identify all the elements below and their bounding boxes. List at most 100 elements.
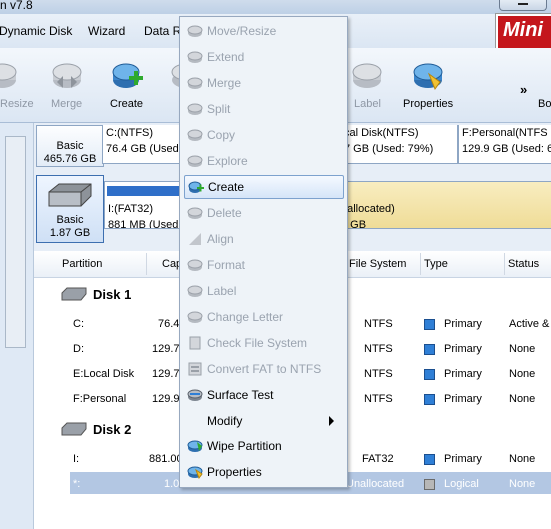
convert-fat-icon	[188, 362, 202, 376]
disk1-partition-f[interactable]: F:Personal(NTFS 129.9 GB (Used: 6	[458, 125, 551, 164]
title-bar: n v7.8	[0, 0, 551, 14]
menu-item-label: Check File System	[207, 336, 308, 350]
menu-item-surface-test[interactable]: Surface Test	[184, 384, 342, 406]
row2-fs: NTFS	[364, 343, 393, 355]
merge-icon	[187, 77, 203, 89]
row2-type: Primary	[444, 343, 482, 355]
row4-partition: F:Personal	[73, 393, 127, 405]
menu-item-delete[interactable]: Delete	[184, 202, 342, 224]
row6-fs: Unallocated	[346, 478, 405, 490]
minimize-icon	[518, 3, 528, 5]
toolbar-cut-label[interactable]: Bo	[538, 98, 551, 110]
toolbar-properties-label[interactable]: Properties	[403, 98, 453, 110]
context-menu: Move/Resize Extend Merge Split Copy Expl…	[179, 16, 348, 488]
menu-item-label: Convert FAT to NTFS	[207, 362, 322, 376]
menu-item-convert-fat-to-ntfs[interactable]: Convert FAT to NTFS	[184, 358, 342, 380]
menu-item-label: Modify	[207, 414, 243, 428]
primary-square-icon	[424, 369, 435, 380]
wipe-partition-icon	[187, 440, 203, 452]
row6-status: None	[509, 478, 536, 490]
menu-item-label: Format	[207, 258, 246, 272]
col-partition[interactable]: Partition	[62, 258, 102, 270]
menu-item-merge[interactable]: Merge	[184, 72, 342, 94]
window-title: n v7.8	[0, 0, 33, 12]
disk-merge-icon[interactable]	[51, 60, 83, 92]
menu-item-align[interactable]: Align	[184, 228, 342, 250]
menu-item-split[interactable]: Split	[184, 98, 342, 120]
row2-capacity: 129.7	[152, 343, 180, 355]
row4-status: None	[509, 393, 536, 405]
menu-item-label: Wipe Partition	[207, 439, 282, 453]
disk2-basic: Basic	[56, 214, 84, 226]
row5-fs: FAT32	[362, 453, 394, 465]
minimize-button[interactable]	[499, 0, 547, 11]
col-status[interactable]: Status	[508, 258, 539, 270]
menu-item-extend[interactable]: Extend	[184, 46, 342, 68]
menu-item-wipe-partition[interactable]: Wipe Partition	[184, 435, 342, 457]
logical-square-icon	[424, 479, 435, 490]
check-file-system-icon	[189, 336, 201, 350]
menu-item-modify[interactable]: Modify	[184, 410, 342, 432]
toolbar-merge-label[interactable]: Merge	[51, 98, 82, 110]
row3-type: Primary	[444, 368, 482, 380]
menu-item-properties[interactable]: Properties	[184, 461, 342, 483]
disk1-map-box[interactable]: Basic 465.76 GB	[36, 125, 104, 167]
col-type[interactable]: Type	[424, 258, 448, 270]
disk2-map-box[interactable]: Basic 1.87 GB	[36, 175, 104, 243]
row5-status: None	[509, 453, 536, 465]
explore-icon	[187, 155, 203, 167]
row6-type: Logical	[444, 478, 479, 490]
row3-status: None	[509, 368, 536, 380]
row1-capacity: 76.4	[158, 318, 180, 330]
menu-item-label: Change Letter	[207, 310, 284, 324]
toolbar-create-label[interactable]: Create	[110, 98, 143, 110]
menu-data-recovery[interactable]: Data R	[144, 24, 181, 38]
disk2-drive-icon	[61, 422, 87, 436]
primary-square-icon	[424, 344, 435, 355]
menu-wizard[interactable]: Wizard	[88, 24, 125, 38]
row3-capacity: 129.7	[152, 368, 180, 380]
disk-properties-icon[interactable]	[412, 60, 444, 92]
toolbar-label-label[interactable]: Label	[354, 98, 381, 110]
disk-label-icon[interactable]	[351, 60, 383, 92]
menu-item-label: Merge	[207, 76, 242, 90]
partition-i-usage-bar	[107, 186, 187, 196]
partition-e-name: cal Disk(NTFS)	[344, 127, 419, 139]
toolbar-resize-label[interactable]: Resize	[0, 98, 34, 110]
menu-item-label: Properties	[207, 465, 262, 479]
row6-capacity: 1.0	[164, 478, 180, 490]
disk1-partition-e[interactable]: cal Disk(NTFS) 7 GB (Used: 79%)	[340, 125, 458, 164]
menu-item-move-resize[interactable]: Move/Resize	[184, 20, 342, 42]
row6-partition: *:	[73, 478, 81, 490]
toolbar-more-button[interactable]: »	[520, 82, 527, 97]
menu-item-copy[interactable]: Copy	[184, 124, 342, 146]
menu-item-label: Create	[208, 180, 245, 194]
menu-item-explore[interactable]: Explore	[184, 150, 342, 172]
menu-item-format[interactable]: Format	[184, 254, 342, 276]
left-pane-scrollbar[interactable]	[5, 136, 26, 348]
row3-partition: E:Local Disk	[73, 368, 135, 380]
disk2-title[interactable]: Disk 2	[93, 422, 131, 437]
menu-item-label[interactable]: Label	[184, 280, 342, 302]
disk2-size: 1.87 GB	[49, 227, 91, 239]
menu-dynamic-disk[interactable]: Dynamic Disk	[0, 24, 72, 38]
menu-item-label: Explore	[207, 154, 248, 168]
row3-fs: NTFS	[364, 368, 393, 380]
menu-item-label: Align	[207, 232, 234, 246]
menu-item-change-letter[interactable]: Change Letter	[184, 306, 342, 328]
row1-status: Active &	[509, 318, 550, 330]
col-file-system[interactable]: File System	[349, 258, 406, 270]
split-icon	[187, 103, 203, 115]
disk1-title[interactable]: Disk 1	[93, 287, 131, 302]
partition-f-usage: 129.9 GB (Used: 6	[462, 143, 551, 155]
hard-drive-icon	[48, 183, 92, 207]
menu-item-check-file-system[interactable]: Check File System	[184, 332, 342, 354]
logo-text: Mini	[503, 19, 543, 41]
disk-resize-icon[interactable]	[0, 60, 18, 92]
menu-item-create[interactable]: Create	[184, 175, 344, 199]
primary-square-icon	[424, 394, 435, 405]
primary-square-icon	[424, 319, 435, 330]
menu-item-label: Move/Resize	[207, 24, 277, 38]
menu-item-label: Extend	[207, 50, 245, 64]
disk-create-icon[interactable]	[111, 60, 143, 92]
